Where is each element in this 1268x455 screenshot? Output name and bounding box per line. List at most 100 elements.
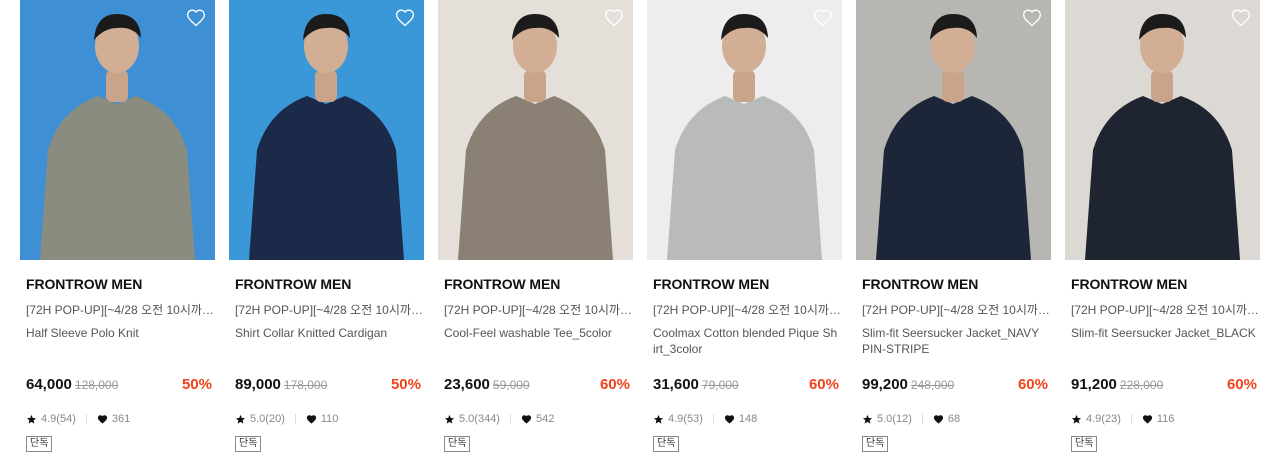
wishlist-heart-icon[interactable] bbox=[1022, 8, 1042, 28]
price-row: 99,200 248,000 60% bbox=[862, 376, 1048, 396]
heart-filled-icon bbox=[97, 414, 108, 425]
product-name[interactable]: Half Sleeve Polo Knit bbox=[26, 325, 212, 341]
product-name[interactable]: Cool-Feel washable Tee_5color bbox=[444, 325, 630, 341]
price-row: 23,600 59,000 60% bbox=[444, 376, 630, 396]
like-count: 361 bbox=[111, 413, 131, 425]
review-meta: 4.9(23) 116 bbox=[1071, 411, 1174, 427]
brand-name[interactable]: FRONTROW MEN bbox=[444, 276, 560, 292]
exclusive-badge: 단독 bbox=[862, 436, 889, 452]
heart-filled-icon bbox=[933, 414, 944, 425]
price-row: 31,600 79,000 60% bbox=[653, 376, 839, 396]
like-count: 110 bbox=[320, 413, 339, 425]
star-icon bbox=[1071, 414, 1082, 425]
rating-value: 4.9(53) bbox=[668, 413, 703, 425]
heart-filled-icon bbox=[306, 414, 317, 425]
original-price: 128,000 bbox=[74, 378, 119, 392]
discount-rate: 60% bbox=[1017, 376, 1048, 393]
wishlist-heart-icon[interactable] bbox=[604, 8, 624, 28]
brand-name[interactable]: FRONTROW MEN bbox=[235, 276, 351, 292]
model-photo bbox=[438, 0, 633, 260]
price-row: 91,200 228,000 60% bbox=[1071, 376, 1257, 396]
review-meta: 5.0(20) 110 bbox=[235, 411, 338, 427]
brand-name[interactable]: FRONTROW MEN bbox=[1071, 276, 1187, 292]
like-count: 116 bbox=[1156, 413, 1175, 425]
exclusive-badge: 단독 bbox=[444, 436, 471, 452]
brand-name[interactable]: FRONTROW MEN bbox=[862, 276, 978, 292]
promo-label: [72H POP-UP][~4/28 오전 10시까지] bbox=[235, 303, 425, 317]
product-name[interactable]: Slim-fit Seersucker Jacket_BLACK bbox=[1071, 325, 1257, 341]
heart-filled-icon bbox=[521, 414, 532, 425]
sale-price: 31,600 bbox=[653, 376, 699, 393]
promo-label: [72H POP-UP][~4/28 오전 10시까지] bbox=[653, 303, 843, 317]
product-card[interactable]: FRONTROW MEN [72H POP-UP][~4/28 오전 10시까지… bbox=[647, 0, 843, 455]
wishlist-heart-icon[interactable] bbox=[186, 8, 206, 28]
review-meta: 5.0(12) 68 bbox=[862, 411, 960, 427]
product-name[interactable]: Coolmax Cotton blended Pique Shirt_3colo… bbox=[653, 325, 839, 357]
promo-label: [72H POP-UP][~4/28 오전 10시까지] bbox=[444, 303, 634, 317]
divider bbox=[294, 414, 296, 424]
divider bbox=[1130, 414, 1132, 424]
star-icon bbox=[235, 414, 246, 425]
product-image[interactable] bbox=[1065, 0, 1260, 260]
review-meta: 5.0(344) 542 bbox=[444, 411, 554, 427]
model-photo bbox=[20, 0, 215, 260]
brand-name[interactable]: FRONTROW MEN bbox=[26, 276, 142, 292]
rating-value: 4.9(54) bbox=[41, 413, 76, 425]
heart-filled-icon bbox=[724, 414, 735, 425]
product-card[interactable]: FRONTROW MEN [72H POP-UP][~4/28 오전 10시까지… bbox=[229, 0, 425, 455]
like-count: 148 bbox=[738, 413, 758, 425]
original-price: 228,000 bbox=[1119, 378, 1164, 392]
product-card[interactable]: FRONTROW MEN [72H POP-UP][~4/28 오전 10시까지… bbox=[438, 0, 634, 455]
star-icon bbox=[26, 414, 37, 425]
promo-label: [72H POP-UP][~4/28 오전 10시까지] bbox=[1071, 303, 1261, 317]
exclusive-badge: 단독 bbox=[26, 436, 53, 452]
sale-price: 23,600 bbox=[444, 376, 490, 393]
star-icon bbox=[862, 414, 873, 425]
price-row: 64,000 128,000 50% bbox=[26, 376, 212, 396]
product-name[interactable]: Slim-fit Seersucker Jacket_NAVY PIN-STRI… bbox=[862, 325, 1048, 357]
product-image[interactable] bbox=[647, 0, 842, 260]
model-photo bbox=[1065, 0, 1260, 260]
sale-price: 99,200 bbox=[862, 376, 908, 393]
price-row: 89,000 178,000 50% bbox=[235, 376, 421, 396]
model-photo bbox=[647, 0, 842, 260]
brand-name[interactable]: FRONTROW MEN bbox=[653, 276, 769, 292]
discount-rate: 60% bbox=[808, 376, 839, 393]
discount-rate: 60% bbox=[599, 376, 630, 393]
star-icon bbox=[653, 414, 664, 425]
divider bbox=[509, 414, 511, 424]
original-price: 59,000 bbox=[492, 378, 530, 392]
sale-price: 64,000 bbox=[26, 376, 72, 393]
product-card[interactable]: FRONTROW MEN [72H POP-UP][~4/28 오전 10시까지… bbox=[856, 0, 1052, 455]
discount-rate: 50% bbox=[390, 376, 421, 393]
exclusive-badge: 단독 bbox=[1071, 436, 1098, 452]
wishlist-heart-icon[interactable] bbox=[813, 8, 833, 28]
rating-value: 5.0(344) bbox=[459, 413, 500, 425]
discount-rate: 50% bbox=[181, 376, 212, 393]
wishlist-heart-icon[interactable] bbox=[395, 8, 415, 28]
review-meta: 4.9(53) 148 bbox=[653, 411, 757, 427]
product-card[interactable]: FRONTROW MEN [72H POP-UP][~4/28 오전 10시까지… bbox=[1065, 0, 1261, 455]
product-image[interactable] bbox=[438, 0, 633, 260]
model-photo bbox=[856, 0, 1051, 260]
rating-value: 4.9(23) bbox=[1086, 413, 1121, 425]
product-image[interactable] bbox=[856, 0, 1051, 260]
like-count: 68 bbox=[947, 413, 961, 425]
product-image[interactable] bbox=[229, 0, 424, 260]
product-grid: FRONTROW MEN [72H POP-UP][~4/28 오전 10시까지… bbox=[0, 0, 1268, 455]
wishlist-heart-icon[interactable] bbox=[1231, 8, 1251, 28]
review-meta: 4.9(54) 361 bbox=[26, 411, 130, 427]
product-name[interactable]: Shirt Collar Knitted Cardigan bbox=[235, 325, 421, 341]
product-image[interactable] bbox=[20, 0, 215, 260]
rating-value: 5.0(20) bbox=[250, 413, 285, 425]
discount-rate: 60% bbox=[1226, 376, 1257, 393]
promo-label: [72H POP-UP][~4/28 오전 10시까지] bbox=[26, 303, 216, 317]
sale-price: 89,000 bbox=[235, 376, 281, 393]
divider bbox=[712, 414, 714, 424]
product-card[interactable]: FRONTROW MEN [72H POP-UP][~4/28 오전 10시까지… bbox=[20, 0, 216, 455]
original-price: 178,000 bbox=[283, 378, 328, 392]
heart-filled-icon bbox=[1142, 414, 1153, 425]
exclusive-badge: 단독 bbox=[235, 436, 262, 452]
original-price: 248,000 bbox=[910, 378, 955, 392]
promo-label: [72H POP-UP][~4/28 오전 10시까지] bbox=[862, 303, 1052, 317]
